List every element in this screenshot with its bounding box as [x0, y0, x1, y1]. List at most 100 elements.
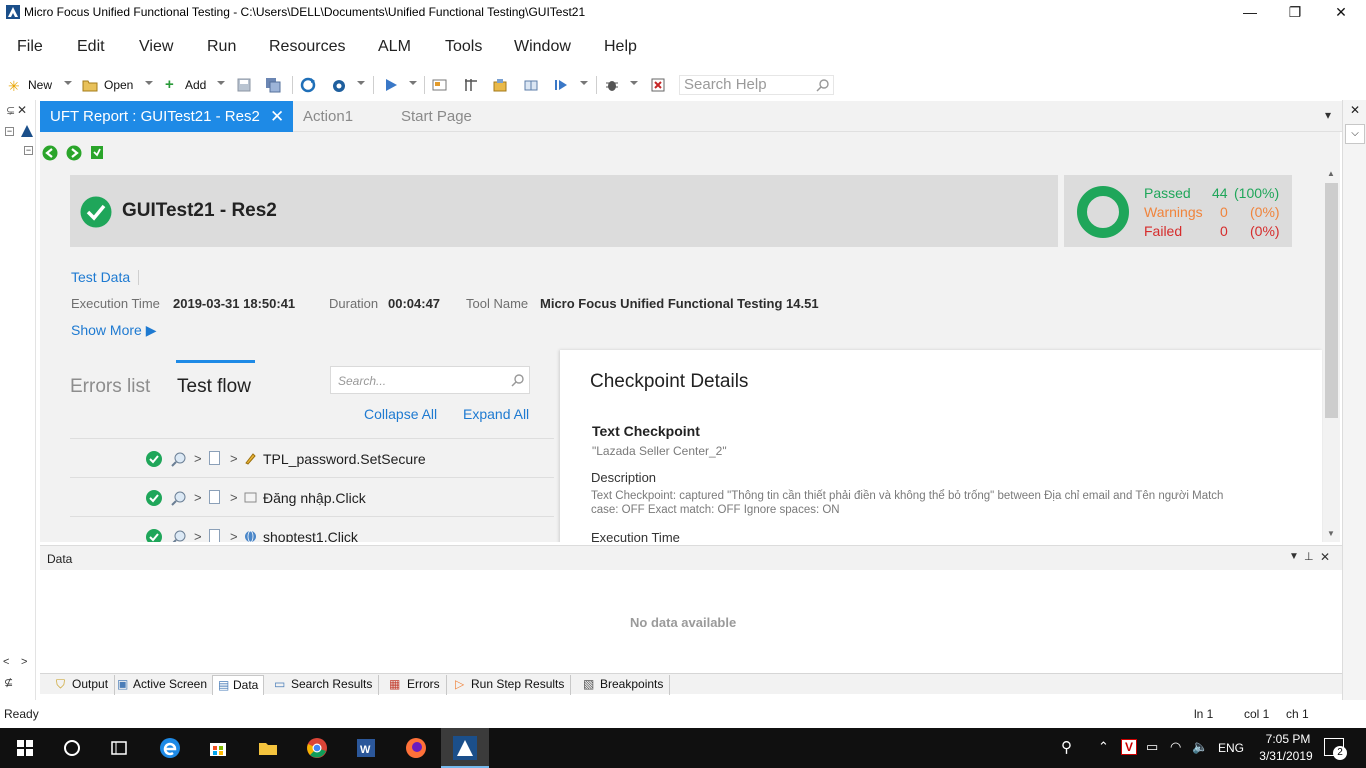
tab-run-step-results[interactable]: ▷ Run Step Results: [450, 675, 572, 695]
minimize-button[interactable]: —: [1227, 2, 1273, 22]
run-dropdown-icon[interactable]: [409, 81, 417, 85]
magnifier-icon[interactable]: [171, 490, 187, 506]
wifi-icon[interactable]: ◠: [1170, 739, 1181, 755]
search-icon[interactable]: [816, 78, 830, 92]
clock-date[interactable]: 3/31/2019: [1254, 749, 1318, 763]
menu-file[interactable]: File: [17, 38, 43, 56]
debug-bug-icon[interactable]: [604, 77, 620, 93]
book-icon[interactable]: [523, 77, 539, 93]
step-over-icon[interactable]: [553, 77, 569, 93]
battery-icon[interactable]: ▭: [1146, 739, 1158, 755]
save-all-icon[interactable]: [265, 77, 281, 93]
test-step-row[interactable]: > > TPL_password.SetSecure: [70, 438, 554, 477]
expand-all-link[interactable]: Expand All: [463, 406, 529, 422]
test-step-row[interactable]: > > shoptest1.Click: [70, 516, 554, 542]
collapse-tree-icon[interactable]: −: [24, 146, 33, 155]
panel-menu-icon[interactable]: ▼: [1289, 551, 1299, 562]
add-icon[interactable]: +: [165, 76, 181, 93]
close-tab-icon[interactable]: ✕: [270, 101, 284, 132]
tab-search-results[interactable]: ▭ Search Results: [268, 675, 380, 695]
tab-test-flow[interactable]: Test flow: [177, 376, 251, 398]
scroll-down-icon[interactable]: ▼: [1327, 529, 1335, 538]
menu-view[interactable]: View: [139, 38, 173, 56]
tab-start-page[interactable]: Start Page: [401, 101, 472, 132]
menu-alm[interactable]: ALM: [378, 38, 411, 56]
tab-data[interactable]: ▤ Data: [212, 675, 265, 695]
clear-breakpoints-icon[interactable]: [650, 77, 666, 93]
volume-muted-icon[interactable]: 🔈: [1192, 739, 1208, 755]
tab-active-screen[interactable]: ▣ Active Screen: [112, 675, 215, 695]
debug-dropdown-icon[interactable]: [630, 81, 638, 85]
expand-icon[interactable]: >: [230, 529, 238, 542]
uft-taskbar-button[interactable]: [441, 728, 489, 768]
close-panel-icon[interactable]: ✕: [1350, 103, 1360, 117]
export-report-icon[interactable]: [90, 145, 104, 160]
run-icon[interactable]: [383, 77, 399, 93]
expand-icon[interactable]: >: [230, 451, 238, 466]
open-folder-icon[interactable]: [82, 77, 98, 93]
back-arrow-icon[interactable]: [42, 145, 58, 161]
restore-button[interactable]: ❐: [1272, 2, 1318, 22]
task-view-icon[interactable]: [107, 736, 131, 760]
tab-list-dropdown-icon[interactable]: ▾: [1325, 108, 1331, 122]
menu-edit[interactable]: Edit: [77, 38, 105, 56]
language-indicator[interactable]: ENG: [1218, 741, 1244, 755]
test-node-icon[interactable]: [20, 124, 34, 138]
new-button[interactable]: New: [28, 78, 52, 92]
store-icon[interactable]: [206, 736, 230, 760]
close-window-button[interactable]: ✕: [1318, 2, 1364, 22]
tab-action1[interactable]: Action1: [303, 101, 353, 132]
menu-resources[interactable]: Resources: [269, 38, 345, 56]
save-icon[interactable]: [236, 77, 252, 93]
forward-arrow-icon[interactable]: [66, 145, 82, 161]
tab-output[interactable]: ⛉ Output: [50, 675, 116, 695]
open-button[interactable]: Open: [104, 78, 133, 92]
clock-time[interactable]: 7:05 PM: [1262, 732, 1314, 746]
show-hidden-icons-icon[interactable]: ⌃: [1098, 739, 1109, 755]
menu-help[interactable]: Help: [604, 38, 637, 56]
search-help-input[interactable]: Search Help: [679, 75, 834, 95]
expand-icon[interactable]: >: [194, 451, 202, 466]
close-panel-icon[interactable]: ✕: [1320, 550, 1330, 564]
scroll-right-icon[interactable]: >: [21, 656, 27, 668]
expand-icon[interactable]: >: [230, 490, 238, 505]
search-icon[interactable]: [511, 373, 525, 387]
test-step-row[interactable]: > > Đăng nhập.Click: [70, 477, 554, 516]
menu-run[interactable]: Run: [207, 38, 236, 56]
test-flow-search-input[interactable]: Search...: [330, 366, 530, 394]
panel-icon[interactable]: ⊈: [4, 676, 13, 689]
pin-icon[interactable]: ⊊: [6, 104, 15, 117]
add-button[interactable]: Add: [185, 78, 206, 92]
expand-icon[interactable]: >: [194, 490, 202, 505]
edge-browser-icon[interactable]: [158, 736, 182, 760]
magnifier-icon[interactable]: [171, 451, 187, 467]
windows-start-icon[interactable]: [13, 736, 37, 760]
collapse-tree-icon[interactable]: −: [5, 127, 14, 136]
open-dropdown-icon[interactable]: [145, 81, 153, 85]
magnifier-icon[interactable]: [171, 529, 187, 542]
menu-window[interactable]: Window: [514, 38, 571, 56]
new-icon[interactable]: ✳: [8, 78, 24, 94]
expand-icon[interactable]: >: [194, 529, 202, 542]
chevron-down-icon[interactable]: ⌵: [1345, 124, 1365, 144]
collapse-all-link[interactable]: Collapse All: [364, 406, 437, 422]
record-icon[interactable]: [331, 77, 347, 93]
scroll-up-icon[interactable]: ▲: [1327, 169, 1335, 178]
tab-errors[interactable]: ▦ Errors: [382, 675, 447, 695]
step-dropdown-icon[interactable]: [580, 81, 588, 85]
show-more-link[interactable]: Show More ▶: [71, 322, 156, 339]
object-repository-icon[interactable]: [492, 77, 508, 93]
object-spy-icon[interactable]: [432, 77, 448, 93]
new-dropdown-icon[interactable]: [64, 81, 72, 85]
pin-panel-icon[interactable]: ⊥: [1304, 550, 1314, 563]
test-data-link[interactable]: Test Data: [71, 269, 130, 285]
firefox-icon[interactable]: [404, 736, 428, 760]
tab-breakpoints[interactable]: ▧ Breakpoints: [577, 675, 671, 695]
menu-tools[interactable]: Tools: [445, 38, 482, 56]
chrome-icon[interactable]: [305, 736, 329, 760]
refresh-icon[interactable]: [300, 77, 316, 93]
record-dropdown-icon[interactable]: [357, 81, 365, 85]
report-scrollbar[interactable]: ▲ ▼: [1323, 169, 1340, 542]
file-explorer-icon[interactable]: [256, 736, 280, 760]
people-icon[interactable]: ⚲: [1061, 738, 1072, 756]
